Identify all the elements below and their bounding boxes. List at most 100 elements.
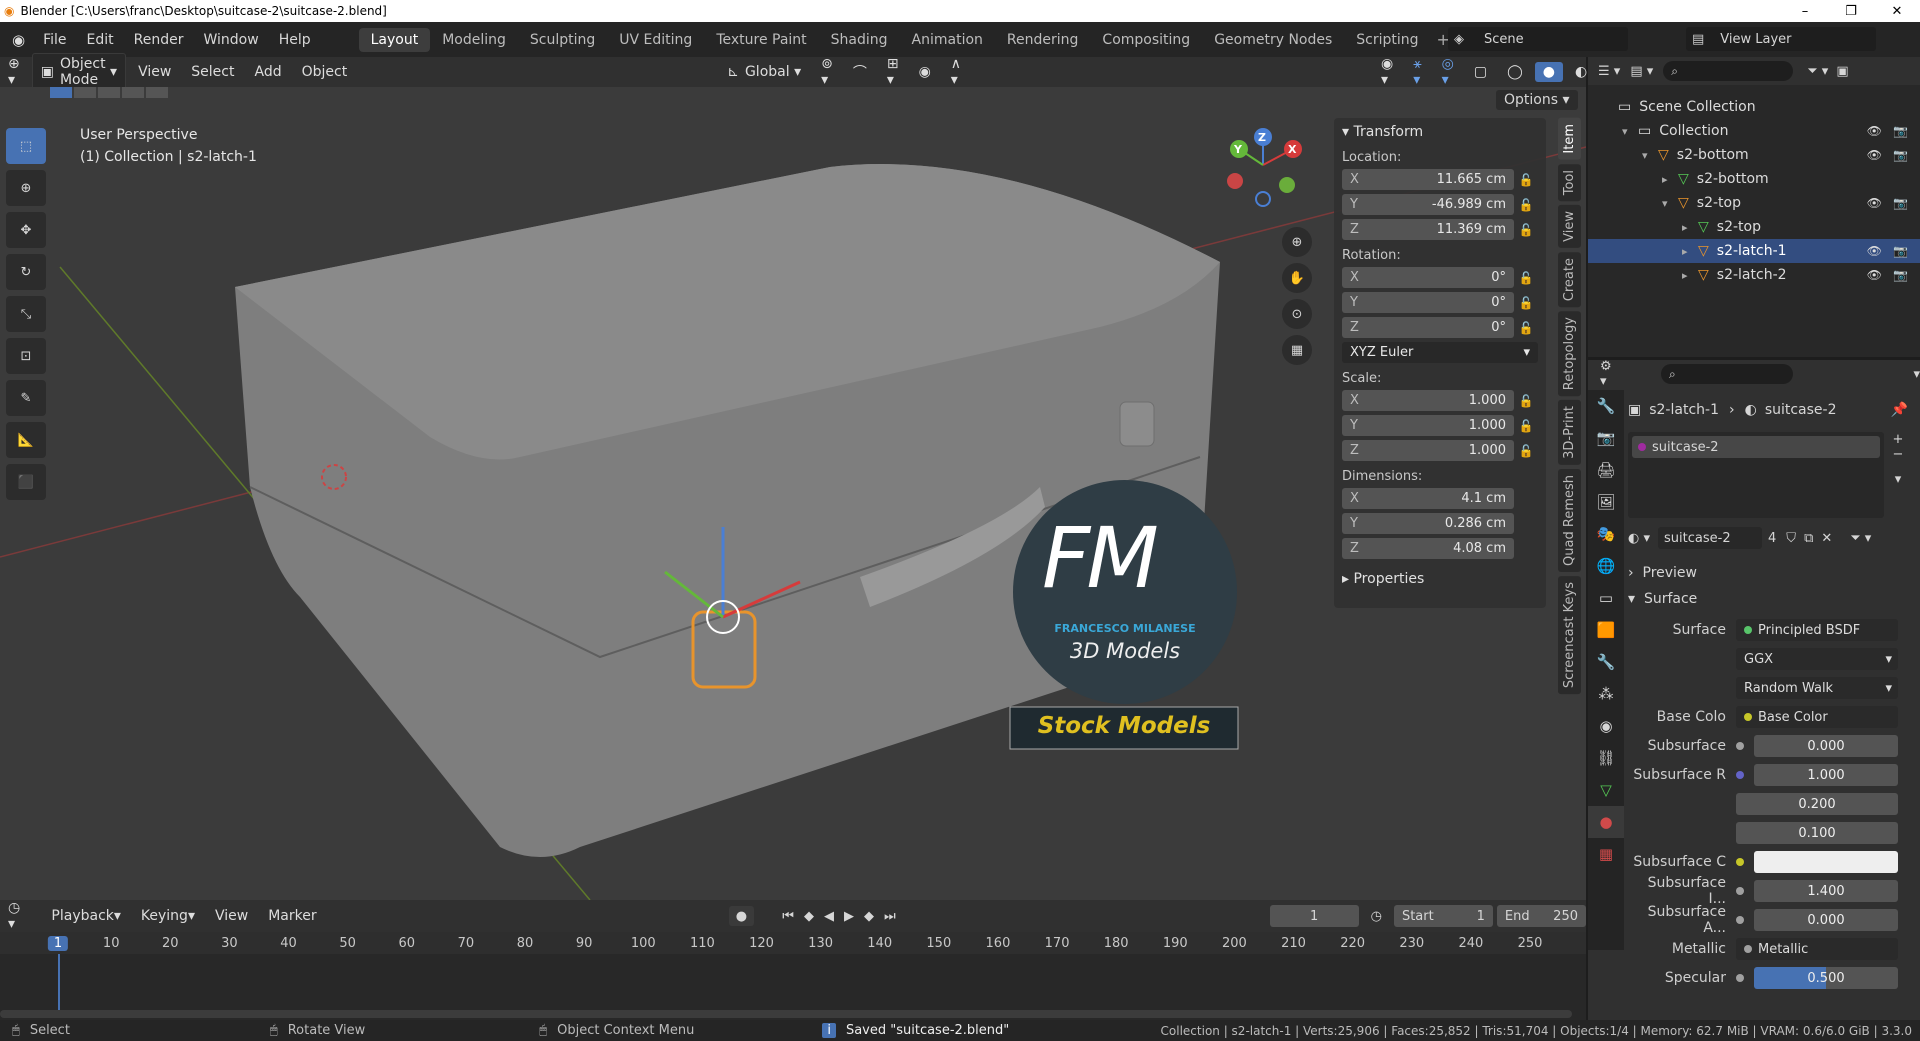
- tab-scripting[interactable]: Scripting: [1344, 28, 1430, 52]
- remove-slot-icon[interactable]: −: [1893, 447, 1904, 462]
- visibility-eye-icon[interactable]: 👁: [1867, 244, 1882, 258]
- visibility-button[interactable]: ◉ ▾: [1373, 54, 1401, 90]
- shading-solid-button[interactable]: ●: [1534, 62, 1564, 82]
- timeline-menu-keying[interactable]: Keying ▾: [133, 906, 203, 926]
- render-camera-icon[interactable]: 📷: [1893, 196, 1908, 210]
- material-icon[interactable]: ●: [1588, 806, 1624, 838]
- lock-icon[interactable]: 🔓: [1514, 223, 1538, 237]
- add-cube-tool-icon[interactable]: ⬛: [6, 464, 46, 500]
- menu-window[interactable]: Window: [194, 32, 269, 48]
- scene-icon[interactable]: 🎭: [1588, 518, 1624, 550]
- options-button[interactable]: Options ▾: [1496, 90, 1578, 110]
- menu-edit[interactable]: Edit: [77, 32, 124, 48]
- dropdown-field[interactable]: Random Walk ▾: [1736, 677, 1898, 699]
- next-keyframe-icon[interactable]: ◆: [864, 909, 874, 924]
- duplicate-material-icon[interactable]: ⧉: [1804, 531, 1813, 546]
- timeline-menu-marker[interactable]: Marker: [260, 906, 324, 926]
- material-name-field[interactable]: suitcase-2: [1658, 527, 1763, 549]
- frame-ruler[interactable]: 1 10 20 30 40 50 60 70 80 90 100 110 120 130 140 150 160…: [0, 932, 1586, 954]
- outliner-row[interactable]: ▾ ▭ Collection 👁 📷: [1588, 119, 1920, 143]
- fake-user-icon[interactable]: ⛉: [1786, 531, 1796, 546]
- overlay-toggle-button[interactable]: ◎ ▾: [1434, 54, 1462, 90]
- tab-compositing[interactable]: Compositing: [1090, 28, 1202, 52]
- navigation-gizmo[interactable]: [1225, 127, 1315, 217]
- sidebar-tab-quad-remesh[interactable]: Quad Remesh: [1558, 469, 1581, 572]
- transform-header[interactable]: ▾ Transform: [1334, 118, 1546, 146]
- viewport-menu-view[interactable]: View: [130, 62, 179, 82]
- lock-icon[interactable]: 🔓: [1514, 321, 1538, 335]
- rotation-z-field[interactable]: Z 0°: [1342, 317, 1514, 338]
- pin-icon[interactable]: 📌: [1891, 402, 1908, 418]
- tool-settings-icon[interactable]: 🔧: [1588, 390, 1624, 422]
- end-frame-field[interactable]: End 250: [1496, 905, 1586, 927]
- material-users-count[interactable]: 4: [1768, 531, 1776, 546]
- gizmo-toggle-button[interactable]: ⚹ ▾: [1405, 54, 1429, 90]
- prev-keyframe-icon[interactable]: ◆: [804, 909, 814, 924]
- number-field[interactable]: 0.000: [1754, 735, 1898, 757]
- timeline-scrollbar[interactable]: [0, 1010, 1572, 1018]
- tab-texture-paint[interactable]: Texture Paint: [704, 28, 818, 52]
- expand-arrow-icon[interactable]: ▾: [1622, 125, 1638, 138]
- output-icon[interactable]: 🖨: [1588, 454, 1624, 486]
- sidebar-tab-retopology[interactable]: Retopology: [1558, 310, 1581, 397]
- dimensions-y-field[interactable]: Y 0.286 cm: [1342, 513, 1514, 534]
- stopwatch-icon[interactable]: ◷: [1371, 909, 1382, 924]
- dimensions-x-field[interactable]: X 4.1 cm: [1342, 488, 1514, 509]
- xray-toggle-button[interactable]: ▢: [1466, 62, 1495, 82]
- expand-arrow-icon[interactable]: ▸: [1682, 269, 1698, 282]
- mode-dropdown[interactable]: ▣ Object Mode ▾: [31, 53, 127, 91]
- number-field[interactable]: 0.100: [1736, 822, 1898, 844]
- camera-icon[interactable]: ⊙: [1282, 299, 1312, 329]
- filter-icon[interactable]: ⏷ ▾: [1807, 64, 1828, 79]
- lock-icon[interactable]: 🔓: [1514, 419, 1538, 433]
- sidebar-tab-view[interactable]: View: [1558, 204, 1581, 248]
- play-reverse-icon[interactable]: ◀: [824, 909, 834, 924]
- lock-icon[interactable]: 🔓: [1514, 296, 1538, 310]
- lock-icon[interactable]: 🔓: [1514, 444, 1538, 458]
- select-subtract-icon[interactable]: [98, 87, 120, 98]
- tab-geometry-nodes[interactable]: Geometry Nodes: [1202, 28, 1344, 52]
- maximize-button[interactable]: ❐: [1828, 0, 1874, 22]
- browse-node-icon[interactable]: ⏷ ▾: [1850, 531, 1871, 546]
- dropdown-field[interactable]: GGX ▾: [1736, 648, 1898, 670]
- number-field[interactable]: 1.000: [1754, 764, 1898, 786]
- tab-shading[interactable]: Shading: [819, 28, 900, 52]
- new-collection-icon[interactable]: ▣: [1836, 64, 1848, 79]
- number-field[interactable]: 0.000: [1754, 909, 1898, 931]
- perspective-grid-icon[interactable]: ▦: [1282, 335, 1312, 365]
- lock-icon[interactable]: 🔓: [1514, 271, 1538, 285]
- modifiers-icon[interactable]: 🔧: [1588, 646, 1624, 678]
- slider-field[interactable]: 0.500: [1754, 967, 1898, 989]
- outliner-search-input[interactable]: ⌕: [1663, 61, 1794, 81]
- current-frame-field[interactable]: 1: [1269, 905, 1359, 927]
- viewport-menu-add[interactable]: Add: [247, 62, 290, 82]
- scale-z-field[interactable]: Z 1.000: [1342, 440, 1514, 461]
- render-icon[interactable]: 📷: [1588, 422, 1624, 454]
- outliner-row[interactable]: ▸ ▽ s2-latch-2 👁 📷: [1588, 263, 1920, 287]
- texture-icon[interactable]: ▦: [1588, 838, 1624, 870]
- measure-tool-icon[interactable]: 📐: [6, 422, 46, 458]
- preview-section[interactable]: › Preview: [1628, 560, 1912, 586]
- number-field[interactable]: 1.400: [1754, 880, 1898, 902]
- node-link-field[interactable]: Metallic: [1736, 938, 1898, 960]
- select-extend-icon[interactable]: [74, 87, 96, 98]
- viewport-menu-select[interactable]: Select: [183, 62, 242, 82]
- scale-tool-icon[interactable]: ⤡: [6, 296, 46, 332]
- slot-specials-icon[interactable]: ▾: [1895, 472, 1902, 487]
- visibility-eye-icon[interactable]: 👁: [1867, 196, 1882, 210]
- outliner-row[interactable]: ▭ Scene Collection: [1588, 95, 1920, 119]
- properties-type-icon[interactable]: ⚙ ▾: [1600, 359, 1621, 389]
- blender-menu-icon[interactable]: ◉: [12, 31, 25, 49]
- tab-animation[interactable]: Animation: [900, 28, 995, 52]
- jump-end-icon[interactable]: ⏭: [884, 909, 896, 924]
- close-button[interactable]: ✕: [1874, 0, 1920, 22]
- render-camera-icon[interactable]: 📷: [1893, 148, 1908, 162]
- properties-search-input[interactable]: ⌕: [1661, 364, 1794, 384]
- transform-tool-icon[interactable]: ⊡: [6, 338, 46, 374]
- constraints-icon[interactable]: ⛓: [1588, 742, 1624, 774]
- outliner-row[interactable]: ▸ ▽ s2-bottom: [1588, 167, 1920, 191]
- shading-wireframe-button[interactable]: ◯: [1499, 62, 1531, 82]
- timeline-menu-playback[interactable]: Playback ▾: [43, 906, 129, 926]
- particles-icon[interactable]: ⁂: [1588, 678, 1624, 710]
- select-intersect-icon[interactable]: [146, 87, 168, 98]
